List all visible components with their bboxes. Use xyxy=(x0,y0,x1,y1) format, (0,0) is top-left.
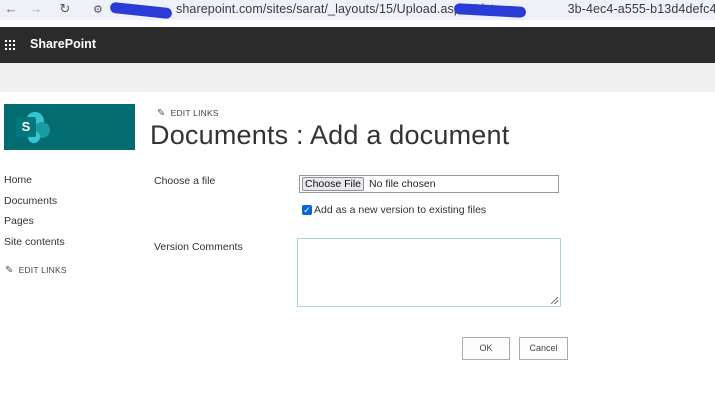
pencil-icon: ✎ xyxy=(5,265,14,276)
left-edit-links[interactable]: ✎ EDIT LINKS xyxy=(5,265,67,276)
file-status: No file chosen xyxy=(369,178,436,190)
edit-links-label: EDIT LINKS xyxy=(170,108,219,118)
nav-item-pages[interactable]: Pages xyxy=(4,214,65,235)
pencil-icon: ✎ xyxy=(157,108,166,119)
version-comments-label: Version Comments xyxy=(154,241,243,253)
app-launcher-icon[interactable] xyxy=(4,39,16,51)
nav-item-site-contents[interactable]: Site contents xyxy=(4,235,65,256)
suite-bar: SharePoint xyxy=(0,27,715,63)
top-edit-links[interactable]: ✎ EDIT LINKS xyxy=(157,108,219,119)
edit-links-label: EDIT LINKS xyxy=(18,265,67,275)
choose-file-button[interactable]: Choose File xyxy=(302,177,364,191)
add-version-checkbox[interactable]: ✓ xyxy=(302,205,312,215)
nav-item-home[interactable]: Home xyxy=(4,173,65,194)
resize-handle-icon[interactable] xyxy=(551,297,558,304)
nav-item-documents[interactable]: Documents xyxy=(4,194,65,215)
url-text[interactable]: sharepoint.com/sites/sarat/_layouts/15/U… xyxy=(112,2,715,16)
file-input[interactable]: Choose File No file chosen xyxy=(299,175,559,193)
forward-arrow-icon[interactable]: → xyxy=(28,1,44,17)
left-navigation: Home Documents Pages Site contents xyxy=(4,173,65,255)
back-arrow-icon[interactable]: ← xyxy=(3,1,19,17)
brand-label[interactable]: SharePoint xyxy=(30,37,96,51)
site-logo[interactable]: S xyxy=(4,104,135,150)
ribbon xyxy=(0,63,715,92)
sharepoint-logo-icon: S xyxy=(16,117,36,137)
add-version-label[interactable]: Add as a new version to existing files xyxy=(314,204,486,216)
ok-button[interactable]: OK xyxy=(462,337,510,360)
page-title: Documents : Add a document xyxy=(150,120,510,150)
browser-toolbar: ← → ↻ ⚙ sharepoint.com/sites/sarat/_layo… xyxy=(0,0,715,20)
site-info-icon[interactable]: ⚙ xyxy=(93,3,103,16)
cancel-button[interactable]: Cancel xyxy=(519,337,568,360)
choose-file-label: Choose a file xyxy=(154,175,216,187)
version-comments-textarea[interactable] xyxy=(297,238,561,307)
address-bar[interactable]: ⚙ sharepoint.com/sites/sarat/_layouts/15… xyxy=(86,0,715,20)
reload-icon[interactable]: ↻ xyxy=(57,1,73,17)
